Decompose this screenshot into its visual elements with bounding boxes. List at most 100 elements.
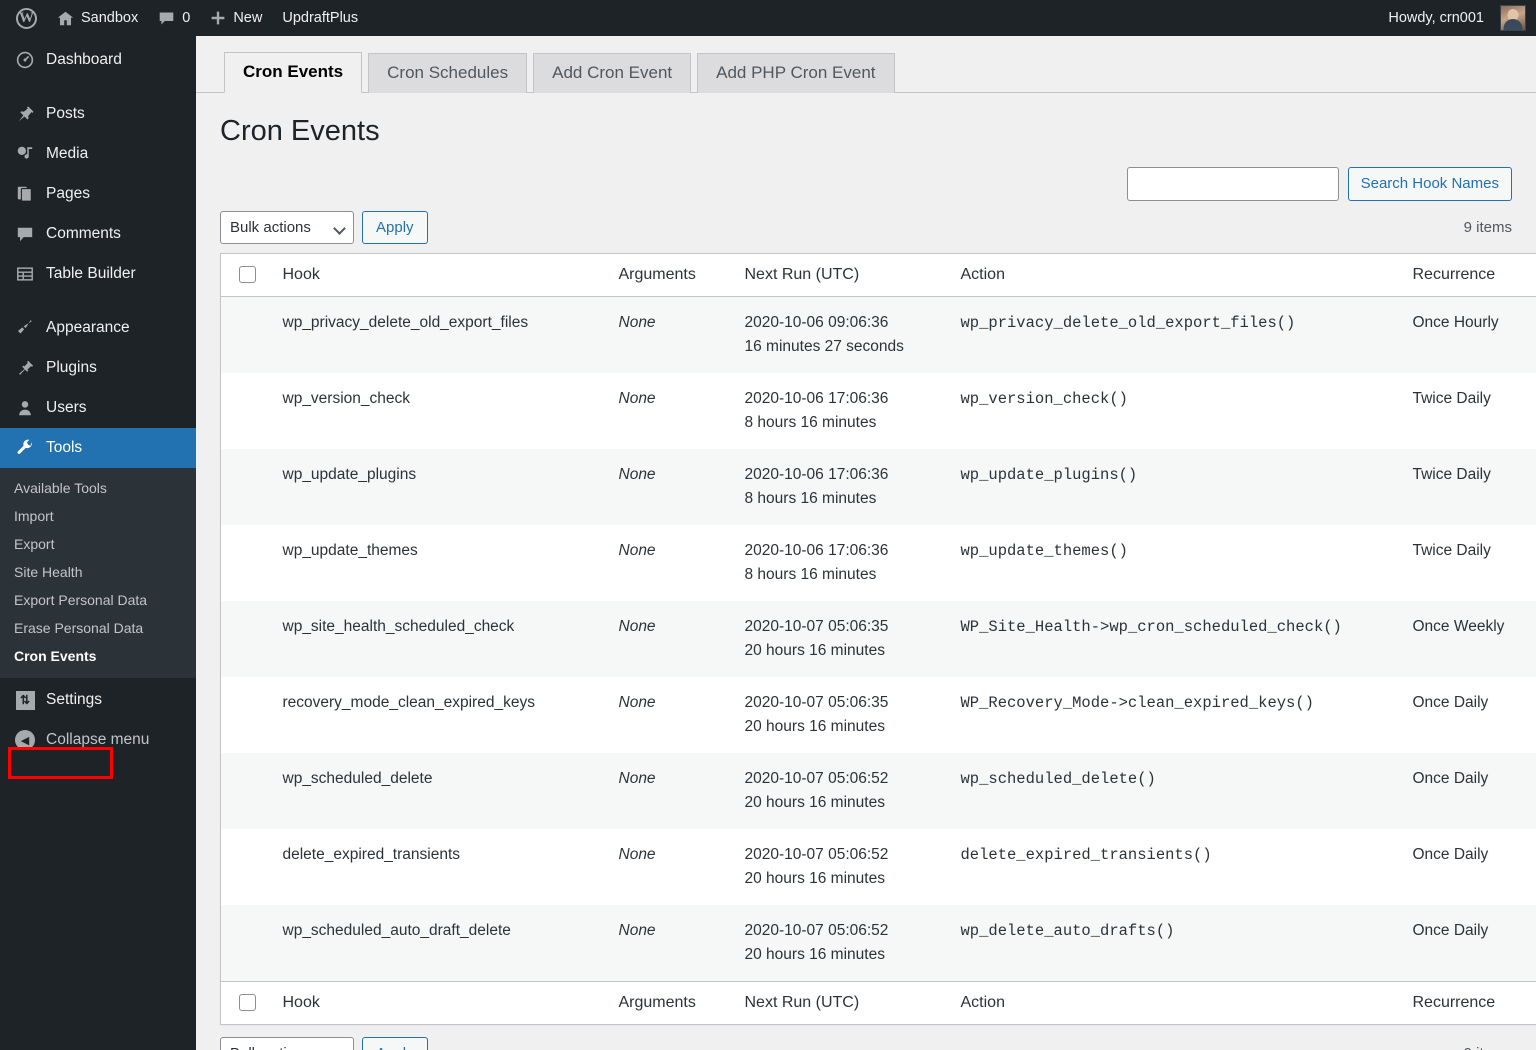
sidebar-item-settings[interactable]: ⇅ Settings xyxy=(0,680,196,720)
search-input[interactable] xyxy=(1126,166,1339,201)
sidebar-item-comments[interactable]: Comments xyxy=(0,214,196,254)
home-icon xyxy=(57,10,74,27)
cell-hook: wp_version_check xyxy=(268,372,609,449)
sidebar-item-export-personal-data[interactable]: Export Personal Data xyxy=(0,586,196,614)
next-run-date: 2020-10-07 05:06:35 xyxy=(744,693,889,711)
table-row[interactable]: wp_update_themes None 2020-10-06 17:06:3… xyxy=(220,524,1536,601)
table-row[interactable]: delete_expired_transients None 2020-10-0… xyxy=(220,828,1536,905)
cell-recurrence: Once Weekly xyxy=(1402,600,1536,677)
apply-button-bottom[interactable]: Apply xyxy=(362,1037,428,1050)
wordpress-logo-icon: W xyxy=(16,7,37,29)
cell-recurrence: Twice Daily xyxy=(1402,372,1536,449)
updraftplus-label: UpdraftPlus xyxy=(282,10,359,26)
table-row[interactable]: wp_scheduled_auto_draft_delete None 2020… xyxy=(220,904,1536,982)
cron-events-table: Hook Arguments Next Run (UTC) Action Rec… xyxy=(220,252,1536,1025)
cell-action: wp_update_plugins() xyxy=(950,448,1403,525)
column-header-next-run: Next Run (UTC) xyxy=(734,253,951,297)
cell-recurrence: Once Daily xyxy=(1402,676,1536,753)
table-row[interactable]: wp_privacy_delete_old_export_files None … xyxy=(220,296,1536,373)
select-all-checkbox-bottom[interactable] xyxy=(239,994,256,1012)
row-checkbox-cell xyxy=(220,372,269,449)
site-name-menu[interactable]: Sandbox xyxy=(47,0,148,36)
settings-sliders-icon: ⇅ xyxy=(14,690,36,710)
next-run-date: 2020-10-07 05:06:52 xyxy=(744,845,889,863)
column-footer-hook: Hook xyxy=(268,980,609,1025)
column-footer-arguments: Arguments xyxy=(608,980,735,1025)
sidebar-item-users[interactable]: Users xyxy=(0,388,196,428)
admin-bar: W Sandbox 0 New UpdraftPlus Howdy, crn00… xyxy=(0,0,1536,36)
sidebar-item-cron-events[interactable]: Cron Events xyxy=(0,642,196,670)
sidebar-item-media[interactable]: Media xyxy=(0,134,196,174)
sidebar-item-site-health[interactable]: Site Health xyxy=(0,558,196,586)
tablenav-top: Bulk actions Apply 9 items xyxy=(220,209,1512,247)
table-row[interactable]: wp_version_check None 2020-10-06 17:06:3… xyxy=(220,372,1536,449)
sidebar-label: Users xyxy=(46,399,87,416)
search-hook-names-button[interactable]: Search Hook Names xyxy=(1347,166,1512,201)
site-name-label: Sandbox xyxy=(81,10,139,26)
sidebar-item-pages[interactable]: Pages xyxy=(0,174,196,214)
user-icon xyxy=(14,398,36,418)
cell-arguments: None xyxy=(608,448,735,525)
chevron-left-circle-icon: ◀ xyxy=(14,730,36,750)
wp-logo-menu[interactable]: W xyxy=(6,0,47,36)
table-icon xyxy=(14,264,36,284)
cell-recurrence: Once Hourly xyxy=(1402,296,1536,373)
cell-hook: recovery_mode_clean_expired_keys xyxy=(268,676,609,753)
pages-icon xyxy=(14,184,36,204)
cell-arguments: None xyxy=(608,676,735,753)
plus-icon xyxy=(210,10,226,26)
updraftplus-menu[interactable]: UpdraftPlus xyxy=(272,0,368,36)
sidebar-label: Comments xyxy=(46,225,121,242)
sidebar-label: Tools xyxy=(46,439,83,456)
row-checkbox-cell xyxy=(220,676,269,753)
cell-recurrence: Twice Daily xyxy=(1402,448,1536,525)
sidebar-item-available-tools[interactable]: Available Tools xyxy=(0,474,196,502)
tab-add-cron-event[interactable]: Add Cron Event xyxy=(533,52,692,93)
tab-cron-events[interactable]: Cron Events xyxy=(224,51,363,93)
cell-action: wp_delete_auto_drafts() xyxy=(950,904,1403,982)
table-row[interactable]: wp_scheduled_delete None 2020-10-07 05:0… xyxy=(220,752,1536,829)
admin-sidebar: Dashboard Posts Media Pages Comments Tab… xyxy=(0,36,196,1050)
table-row[interactable]: recovery_mode_clean_expired_keys None 20… xyxy=(220,676,1536,753)
sidebar-label: Appearance xyxy=(46,319,130,336)
cell-recurrence: Once Daily xyxy=(1402,752,1536,829)
row-checkbox-cell xyxy=(220,904,269,982)
my-account-menu[interactable]: Howdy, crn001 xyxy=(1378,0,1526,36)
sidebar-item-table-builder[interactable]: Table Builder xyxy=(0,254,196,294)
collapse-menu-button[interactable]: ◀ Collapse menu xyxy=(0,720,196,760)
sidebar-item-dashboard[interactable]: Dashboard xyxy=(0,40,196,80)
apply-button-top[interactable]: Apply xyxy=(362,211,428,245)
collapse-menu-label: Collapse menu xyxy=(46,731,150,748)
table-row[interactable]: wp_site_health_scheduled_check None 2020… xyxy=(220,600,1536,677)
sidebar-item-posts[interactable]: Posts xyxy=(0,94,196,134)
table-row[interactable]: wp_update_plugins None 2020-10-06 17:06:… xyxy=(220,448,1536,525)
media-icon xyxy=(14,144,36,164)
sidebar-item-appearance[interactable]: Appearance xyxy=(0,308,196,348)
sidebar-item-plugins[interactable]: Plugins xyxy=(0,348,196,388)
cell-action: WP_Site_Health->wp_cron_scheduled_check(… xyxy=(950,600,1403,677)
cell-next-run: 2020-10-07 05:06:35 20 hours 16 minutes xyxy=(734,676,951,753)
cell-arguments: None xyxy=(608,752,735,829)
main-content: Cron Events Cron Schedules Add Cron Even… xyxy=(196,36,1536,1050)
next-run-date: 2020-10-07 05:06:52 xyxy=(744,769,889,787)
tab-cron-schedules[interactable]: Cron Schedules xyxy=(368,52,528,93)
brush-icon xyxy=(14,318,36,338)
cell-hook: wp_privacy_delete_old_export_files xyxy=(268,296,609,373)
bulk-actions-select-top[interactable]: Bulk actions xyxy=(220,211,354,245)
page-title: Cron Events xyxy=(220,115,380,147)
next-run-relative: 20 hours 16 minutes xyxy=(744,945,885,963)
sidebar-item-export[interactable]: Export xyxy=(0,530,196,558)
cell-arguments: None xyxy=(608,372,735,449)
comments-bubble[interactable]: 0 xyxy=(148,0,200,36)
tab-add-php-cron-event[interactable]: Add PHP Cron Event xyxy=(697,52,895,93)
select-all-checkbox-top[interactable] xyxy=(239,265,256,283)
table-header-row: Hook Arguments Next Run (UTC) Action Rec… xyxy=(220,253,1536,297)
sidebar-item-erase-personal-data[interactable]: Erase Personal Data xyxy=(0,614,196,642)
bulk-actions-select-bottom[interactable]: Bulk actions xyxy=(220,1037,354,1050)
new-content-menu[interactable]: New xyxy=(200,0,272,36)
dashboard-icon xyxy=(14,50,36,70)
sidebar-item-import[interactable]: Import xyxy=(0,502,196,530)
next-run-relative: 20 hours 16 minutes xyxy=(744,641,885,659)
sidebar-item-tools[interactable]: Tools xyxy=(0,428,196,468)
comment-bubble-icon xyxy=(158,10,175,27)
